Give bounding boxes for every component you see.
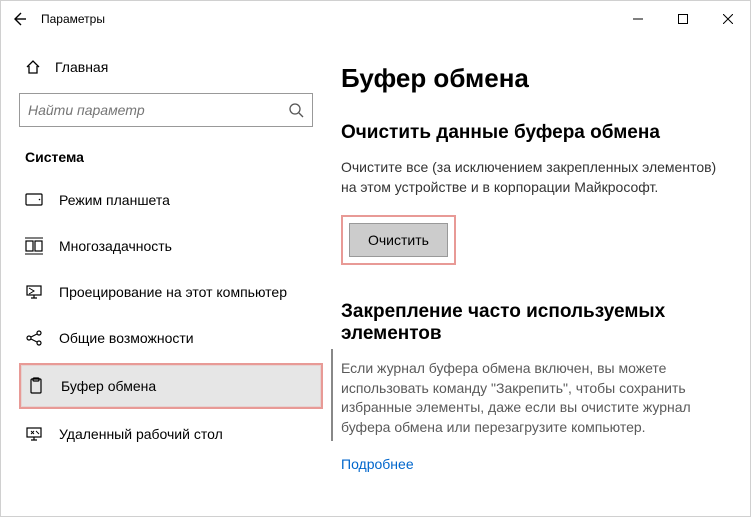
minimize-button[interactable] xyxy=(615,4,660,34)
search-input[interactable] xyxy=(28,102,288,118)
section-pin-body: Если журнал буфера обмена включен, вы мо… xyxy=(341,359,720,437)
search-box[interactable] xyxy=(19,93,313,127)
window-title: Параметры xyxy=(41,12,105,26)
back-button[interactable] xyxy=(11,11,27,27)
sidebar-item-label: Буфер обмена xyxy=(61,378,156,394)
sidebar-item-label: Проецирование на этот компьютер xyxy=(59,284,287,300)
section-clear-title: Очистить данные буфера обмена xyxy=(341,122,720,144)
home-icon xyxy=(25,59,41,75)
search-icon xyxy=(288,102,304,118)
sidebar: Главная Система Режим планшета Много xyxy=(1,37,331,516)
nav-heading: Система xyxy=(19,141,323,179)
home-nav[interactable]: Главная xyxy=(19,49,323,85)
shared-icon xyxy=(25,329,43,347)
sidebar-item-tablet-mode[interactable]: Режим планшета xyxy=(19,179,323,221)
multitask-icon xyxy=(25,237,43,255)
close-button[interactable] xyxy=(705,4,750,34)
sidebar-item-label: Многозадачность xyxy=(59,238,172,254)
title-bar: Параметры xyxy=(1,1,750,37)
sidebar-item-label: Общие возможности xyxy=(59,330,194,346)
tablet-icon xyxy=(25,191,43,209)
sidebar-item-label: Режим планшета xyxy=(59,192,170,208)
sidebar-item-label: Удаленный рабочий стол xyxy=(59,426,223,442)
scroll-indicator[interactable] xyxy=(331,349,333,441)
section-clear-body: Очистите все (за исключением закрепленны… xyxy=(341,158,720,197)
sidebar-item-multitask[interactable]: Многозадачность xyxy=(19,225,323,267)
remote-desktop-icon xyxy=(25,425,43,443)
content-area: Буфер обмена Очистить данные буфера обме… xyxy=(331,37,750,516)
sidebar-item-remote-desktop[interactable]: Удаленный рабочий стол xyxy=(19,413,323,455)
sidebar-item-clipboard[interactable]: Буфер обмена xyxy=(19,363,323,409)
section-pin-title: Закрепление часто используемых элементов xyxy=(341,301,720,345)
clear-button[interactable]: Очистить xyxy=(349,223,448,257)
projecting-icon xyxy=(25,283,43,301)
clear-button-highlight: Очистить xyxy=(341,215,456,265)
maximize-button[interactable] xyxy=(660,4,705,34)
learn-more-link[interactable]: Подробнее xyxy=(341,456,414,472)
page-title: Буфер обмена xyxy=(341,63,720,94)
home-label: Главная xyxy=(55,59,108,75)
clipboard-icon xyxy=(27,377,45,395)
sidebar-item-projecting[interactable]: Проецирование на этот компьютер xyxy=(19,271,323,313)
sidebar-item-shared[interactable]: Общие возможности xyxy=(19,317,323,359)
